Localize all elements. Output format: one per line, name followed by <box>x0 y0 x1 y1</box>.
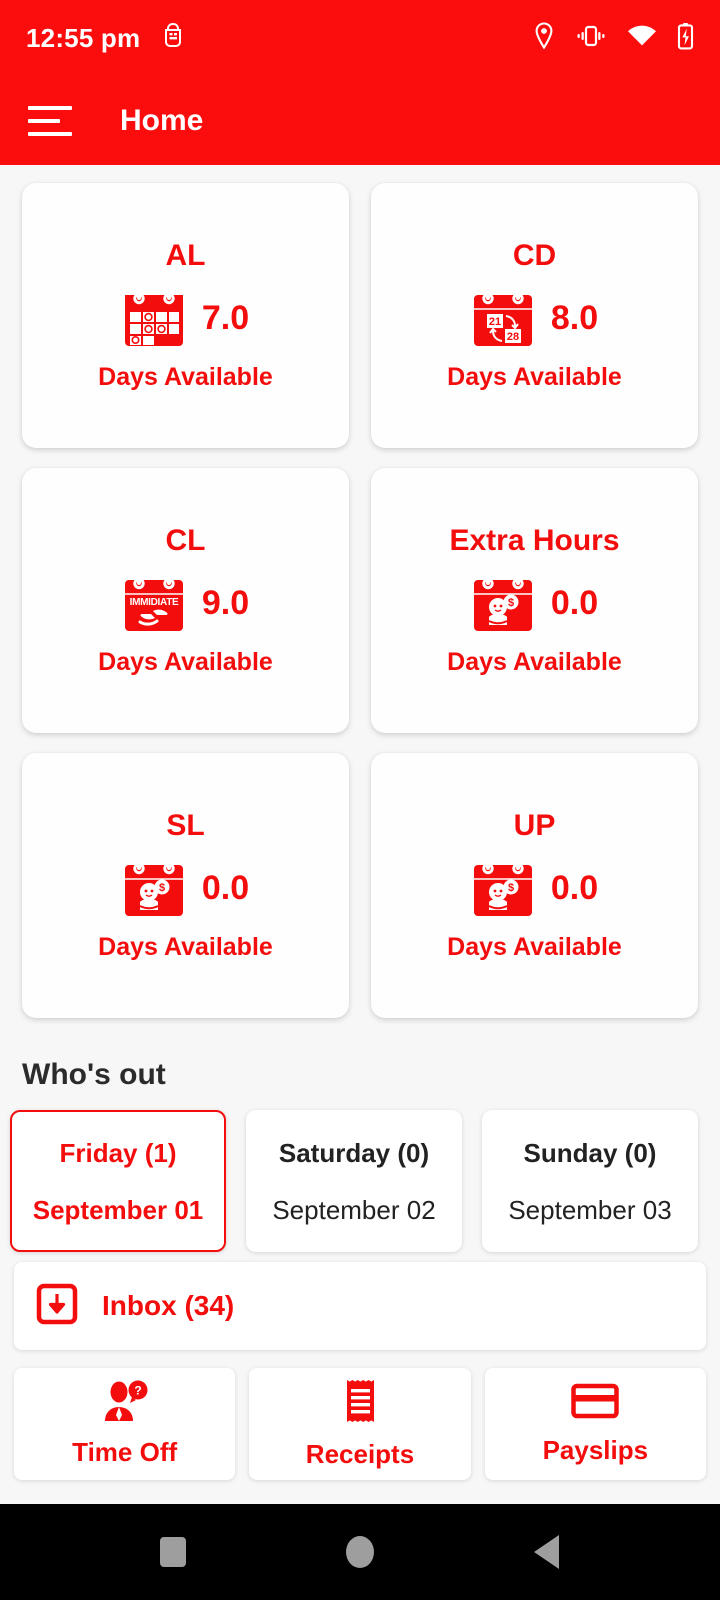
action-label: Time Off <box>72 1437 178 1467</box>
balance-card-cd[interactable]: CD 21 28 8.0 Days Available <box>371 183 698 448</box>
balance-card-value: 0.0 <box>550 583 599 622</box>
svg-text:21: 21 <box>489 316 501 328</box>
whos-out-date-label: September 03 <box>508 1195 672 1225</box>
back-triangle-icon[interactable] <box>507 1535 587 1569</box>
hamburger-line <box>28 131 72 136</box>
balance-card-subtitle: Days Available <box>98 933 273 961</box>
recents-square-icon[interactable] <box>133 1537 213 1567</box>
calendar-baby-money-icon: $ <box>471 572 535 634</box>
balance-card-middle: $ 0.0 <box>122 857 249 919</box>
balance-card-value: 0.0 <box>550 868 599 907</box>
svg-text:IMMIDIATE: IMMIDIATE <box>129 597 178 608</box>
whos-out-date-label: September 01 <box>32 1195 204 1225</box>
balance-card-subtitle: Days Available <box>447 363 622 391</box>
receipt-icon <box>341 1378 379 1429</box>
balance-card-middle: $ 0.0 <box>471 857 598 919</box>
payment-card-icon <box>571 1382 620 1425</box>
balance-card-subtitle: Days Available <box>447 648 622 676</box>
whos-out-day-label: Sunday (0) <box>523 1138 657 1168</box>
inbox-download-icon <box>36 1283 78 1330</box>
recents-shape <box>160 1537 187 1567</box>
calendar-immidiate-hands-icon: IMMIDIATE <box>122 572 186 634</box>
location-pin-icon <box>533 21 555 55</box>
home-circle-icon[interactable] <box>320 1536 400 1568</box>
calendar-baby-money-icon: $ <box>471 857 535 919</box>
calendar-baby-money-icon: $ <box>122 857 186 919</box>
app-bar: Home <box>0 76 720 165</box>
balance-card-middle: $ 0.0 <box>471 572 598 634</box>
android-debug-icon <box>162 22 184 54</box>
balance-card-value: 7.0 <box>201 298 250 337</box>
action-label: Payslips <box>542 1435 649 1465</box>
balance-card-value: 8.0 <box>550 298 599 337</box>
calendar-grid-icon <box>122 287 186 349</box>
balance-card-middle: 7.0 <box>122 287 249 349</box>
balance-card-subtitle: Days Available <box>447 933 622 961</box>
action-label: Receipts <box>305 1439 415 1469</box>
whos-out-day-label: Saturday (0) <box>278 1138 430 1168</box>
balance-card-middle: IMMIDIATE 9.0 <box>122 572 249 634</box>
android-navigation-bar <box>0 1504 720 1600</box>
balance-card-al[interactable]: AL 7.0 Days Available <box>22 183 349 448</box>
home-shape <box>345 1536 374 1568</box>
status-bar-clock: 12:55 pm <box>26 22 141 53</box>
whos-out-day-friday[interactable]: Friday (1) September 01 <box>10 1110 226 1252</box>
balance-card-title: SL <box>166 809 205 842</box>
status-bar-left: 12:55 pm <box>26 22 184 54</box>
back-shape <box>534 1535 560 1569</box>
battery-charging-icon <box>677 22 694 55</box>
balance-card-cl[interactable]: CL IMMIDIATE 9.0 Days Available <box>22 468 349 733</box>
balance-card-middle: 21 28 8.0 <box>471 287 598 349</box>
balance-card-title: AL <box>165 239 206 272</box>
svg-text:$: $ <box>159 882 165 894</box>
status-bar: 12:55 pm <box>0 0 720 76</box>
hamburger-line <box>28 118 60 123</box>
person-question-icon: ? <box>101 1380 149 1427</box>
balance-card-value: 9.0 <box>201 583 250 622</box>
hamburger-menu-icon[interactable] <box>28 105 72 136</box>
action-payslips[interactable]: Payslips <box>484 1368 706 1480</box>
whos-out-day-list[interactable]: Friday (1) September 01 Saturday (0) Sep… <box>0 1110 720 1252</box>
main-content: AL 7.0 Days Available CD 21 28 8.0 Days … <box>0 165 720 1504</box>
balance-card-title: UP <box>513 809 556 842</box>
balance-card-up[interactable]: UP $ 0.0 Days Available <box>371 753 698 1018</box>
whos-out-day-label: Friday (1) <box>59 1138 177 1168</box>
balance-card-extra-hours[interactable]: Extra Hours $ 0.0 Days Available <box>371 468 698 733</box>
whos-out-day-sunday[interactable]: Sunday (0) September 03 <box>482 1110 698 1252</box>
whos-out-date-label: September 02 <box>272 1195 436 1225</box>
status-bar-right <box>533 21 694 55</box>
balance-card-subtitle: Days Available <box>98 648 273 676</box>
balance-card-title: Extra Hours <box>449 524 620 557</box>
action-time-off[interactable]: ? Time Off <box>14 1368 236 1480</box>
leave-balance-grid: AL 7.0 Days Available CD 21 28 8.0 Days … <box>0 165 720 1018</box>
wifi-icon <box>627 24 657 52</box>
inbox-label: Inbox (34) <box>102 1290 235 1321</box>
inbox-row[interactable]: Inbox (34) <box>14 1262 706 1350</box>
svg-text:$: $ <box>508 597 514 609</box>
svg-text:$: $ <box>508 882 514 894</box>
action-receipts[interactable]: Receipts <box>249 1368 471 1480</box>
balance-card-subtitle: Days Available <box>98 363 273 391</box>
svg-text:?: ? <box>134 1384 141 1398</box>
calendar-reschedule-icon: 21 28 <box>471 287 535 349</box>
phone-screen: 12:55 pm Home AL 7.0 Days Available CD 2… <box>0 0 720 1600</box>
whos-out-heading: Who's out <box>22 1058 166 1091</box>
whos-out-day-saturday[interactable]: Saturday (0) September 02 <box>246 1110 462 1252</box>
balance-card-title: CD <box>512 239 557 272</box>
balance-card-value: 0.0 <box>201 868 250 907</box>
page-title: Home <box>120 103 204 137</box>
hamburger-line <box>28 105 72 110</box>
quick-actions: ? Time Off Receipts Payslips <box>0 1350 720 1494</box>
balance-card-title: CL <box>165 524 206 557</box>
svg-text:28: 28 <box>507 331 519 343</box>
vibrate-icon <box>575 24 607 53</box>
balance-card-sl[interactable]: SL $ 0.0 Days Available <box>22 753 349 1018</box>
